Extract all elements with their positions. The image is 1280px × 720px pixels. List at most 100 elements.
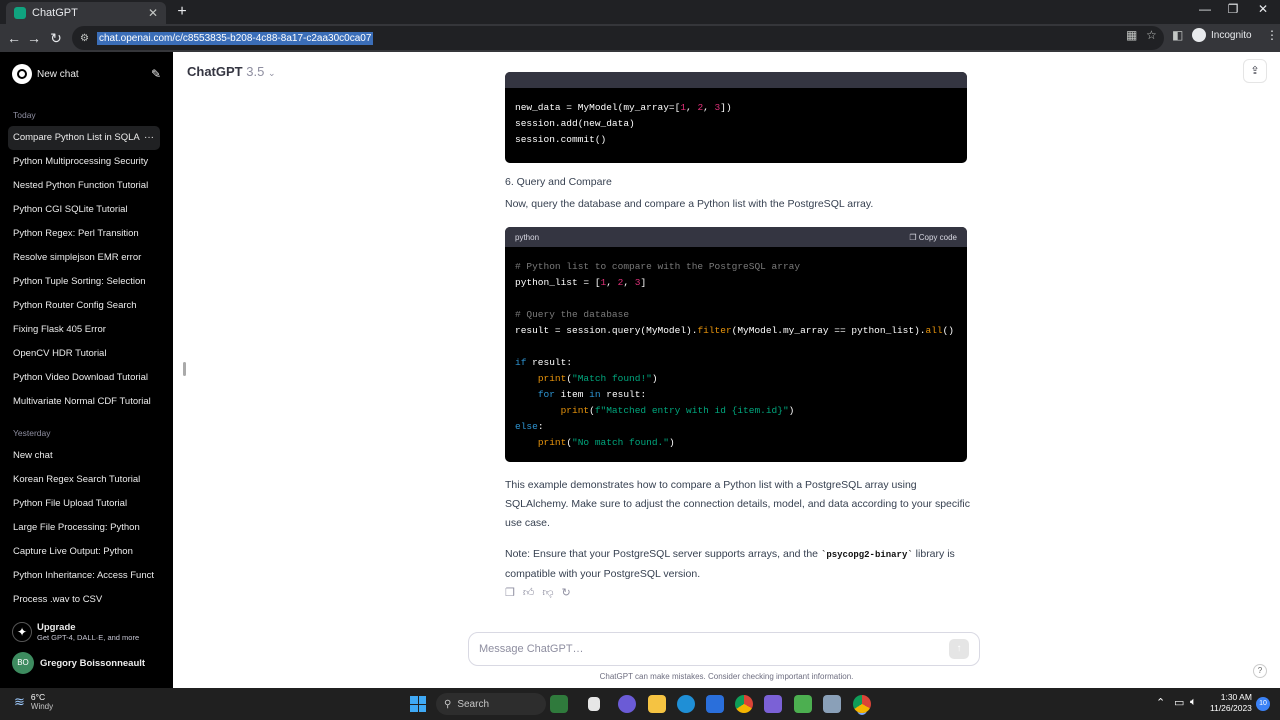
inline-code: `psycopg2-binary` <box>820 550 913 560</box>
minimize-button[interactable]: — <box>1190 2 1220 16</box>
chat-title: Process .wav to CSV <box>13 594 103 605</box>
vpn-app-icon[interactable] <box>764 695 782 713</box>
sidebar-chat-item[interactable]: Python File Upload Tutorial <box>0 492 165 516</box>
message-input[interactable] <box>479 643 949 655</box>
sidebar-chat-item[interactable]: Resolve simplejson EMR error <box>0 246 165 270</box>
browser-toolbar: ← → ↻ ⚙ chat.openai.com/c/c8553835-b208-… <box>0 24 1280 52</box>
incognito-indicator[interactable]: Incognito <box>1192 28 1252 42</box>
remote-desktop-icon[interactable] <box>823 695 841 713</box>
sidebar-chat-item[interactable]: Nested Python Function Tutorial <box>0 174 165 198</box>
chat-title: Resolve simplejson EMR error <box>13 252 142 263</box>
openai-logo-icon <box>12 64 32 84</box>
weather-condition: Windy <box>30 702 54 711</box>
new-chat-label[interactable]: New chat <box>37 69 151 80</box>
avatar: BO <box>12 652 34 674</box>
explanation-paragraph: This example demonstrates how to compare… <box>505 479 970 529</box>
copy-code-button[interactable]: ❐ Copy code <box>909 233 957 242</box>
today-chat-list: Compare Python List in SQLA ··· Python Mul… <box>0 126 173 414</box>
message-actions: ❐ 👍︎ 👎︎ ↻ <box>505 586 571 599</box>
volume-icon[interactable]: 🔈︎ <box>1190 696 1197 709</box>
edge-browser-icon[interactable] <box>677 695 695 713</box>
code-content: # Python list to compare with the Postgr… <box>515 261 955 448</box>
chrome-icon[interactable] <box>735 695 753 713</box>
folder-icon[interactable] <box>648 695 666 713</box>
system-clock[interactable]: 1:30 AM 11/26/2023 <box>1210 692 1252 714</box>
section-yesterday: Yesterday <box>13 428 51 438</box>
site-info-icon[interactable]: ⚙ <box>80 33 89 44</box>
sidebar-chat-item[interactable]: Python Regex: Perl Transition <box>0 222 165 246</box>
sidebar-chat-item[interactable]: Process .wav to CSV <box>0 588 165 612</box>
store-icon[interactable] <box>706 695 724 713</box>
edit-icon[interactable]: ✎ <box>151 67 161 81</box>
sidebar-chat-item[interactable]: Python Inheritance: Access Funct <box>0 564 165 588</box>
user-profile[interactable]: BO Gregory Boissonneault <box>12 652 145 674</box>
chat-app-icon[interactable] <box>618 695 636 713</box>
chevron-up-icon[interactable]: ⌃ <box>1156 696 1165 709</box>
disclaimer: ChatGPT can make mistakes. Consider chec… <box>599 672 854 681</box>
sidebar-chat-item[interactable]: Python Router Config Search <box>0 294 165 318</box>
code-language-label: python <box>515 232 540 242</box>
chat-title: Multivariate Normal CDF Tutorial <box>13 396 151 407</box>
new-tab-button[interactable]: + <box>172 2 192 22</box>
upgrade-button[interactable]: ✦ Upgrade Get GPT-4, DALL·E, and more <box>12 622 139 642</box>
code-block-insert: new_data = MyModel(my_array=[1, 2, 3]) s… <box>505 72 967 163</box>
browser-tab[interactable]: ChatGPT ✕ <box>6 2 166 24</box>
sidebar-toggle-handle[interactable] <box>183 362 186 376</box>
chat-title: Python Router Config Search <box>13 300 137 311</box>
code-content: new_data = MyModel(my_array=[1, 2, 3]) s… <box>515 102 732 145</box>
search-icon: ⚲ <box>444 698 452 710</box>
upgrade-title: Upgrade <box>37 622 76 633</box>
sidebar-chat-item[interactable]: New chat <box>0 444 165 468</box>
yesterday-chat-list: New chat Korean Regex Search Tutorial Pyth… <box>0 444 173 612</box>
sidebar-chat-item[interactable]: Large File Processing: Python <box>0 516 165 540</box>
sidebar: New chat ✎ Today Compare Python List in … <box>0 52 173 688</box>
address-bar[interactable]: ⚙ chat.openai.com/c/c8553835-b208-4c88-8… <box>72 26 1164 50</box>
maximize-button[interactable]: ❐ <box>1218 2 1248 16</box>
copy-icon[interactable]: ❐ <box>505 586 515 599</box>
editor-app-icon[interactable] <box>794 695 812 713</box>
browser-tab-bar: ChatGPT ✕ + — ❐ ✕ <box>0 0 1280 24</box>
chevron-down-icon: ⌄ <box>267 68 276 78</box>
sidebar-chat-item[interactable]: Python Multiprocessing Security <box>0 150 165 174</box>
send-button[interactable]: ↑ <box>949 639 969 659</box>
new-chat-row[interactable]: New chat ✎ <box>0 52 173 96</box>
sidebar-chat-item[interactable]: OpenCV HDR Tutorial <box>0 342 165 366</box>
close-tab-icon[interactable]: ✕ <box>148 6 158 20</box>
chat-title: Capture Live Output: Python <box>13 546 133 557</box>
sidebar-chat-item[interactable]: Python CGI SQLite Tutorial <box>0 198 165 222</box>
bookmark-star-icon[interactable]: ☆ <box>1146 28 1157 42</box>
chrome-active-icon[interactable] <box>853 695 871 713</box>
browser-menu-icon[interactable]: ⋮ <box>1266 28 1278 42</box>
taskbar-search[interactable]: ⚲ Search <box>436 693 546 715</box>
sidebar-chat-item[interactable]: Compare Python List in SQLA ··· <box>8 126 160 150</box>
forward-button[interactable]: → <box>24 28 44 48</box>
url-text[interactable]: chat.openai.com/c/c8553835-b208-4c88-8a1… <box>96 31 374 45</box>
sidebar-chat-item[interactable]: Fixing Flask 405 Error <box>0 318 165 342</box>
back-button[interactable]: ← <box>4 28 24 48</box>
code-block-query: python ❐ Copy code # Python list to comp… <box>505 227 967 462</box>
qr-code-icon[interactable]: ▦ <box>1126 28 1137 42</box>
network-icon[interactable]: ▭ <box>1174 696 1184 709</box>
thumbs-up-icon[interactable]: 👍︎ <box>523 586 535 599</box>
sidebar-chat-item[interactable]: Capture Live Output: Python <box>0 540 165 564</box>
share-button[interactable]: ⇪ <box>1243 59 1267 83</box>
reload-button[interactable]: ↻ <box>46 28 66 48</box>
sidebar-chat-item[interactable]: Korean Regex Search Tutorial <box>0 468 165 492</box>
more-options-icon[interactable]: ··· <box>144 126 154 150</box>
sidebar-chat-item[interactable]: Python Video Download Tutorial <box>0 366 165 390</box>
thumbs-down-icon[interactable]: 👎︎ <box>542 586 553 599</box>
widget-tree-icon[interactable] <box>550 695 568 713</box>
regenerate-icon[interactable]: ↻ <box>562 586 571 599</box>
start-menu-icon[interactable] <box>410 696 426 712</box>
chat-title: Python Multiprocessing Security <box>13 156 149 167</box>
help-button[interactable]: ? <box>1253 664 1267 678</box>
file-explorer-small-icon[interactable] <box>588 697 600 711</box>
close-window-button[interactable]: ✕ <box>1248 2 1278 16</box>
user-name: Gregory Boissonneault <box>40 657 146 669</box>
sidebar-chat-item[interactable]: Multivariate Normal CDF Tutorial <box>0 390 165 414</box>
side-panel-icon[interactable]: ◧ <box>1172 28 1183 42</box>
sidebar-chat-item[interactable]: Python Tuple Sorting: Selection <box>0 270 165 294</box>
notification-badge[interactable]: 10 <box>1256 697 1270 711</box>
weather-widget[interactable]: ≋ 6°C Windy <box>14 692 53 711</box>
model-selector[interactable]: ChatGPT 3.5 ⌄ <box>187 64 276 79</box>
